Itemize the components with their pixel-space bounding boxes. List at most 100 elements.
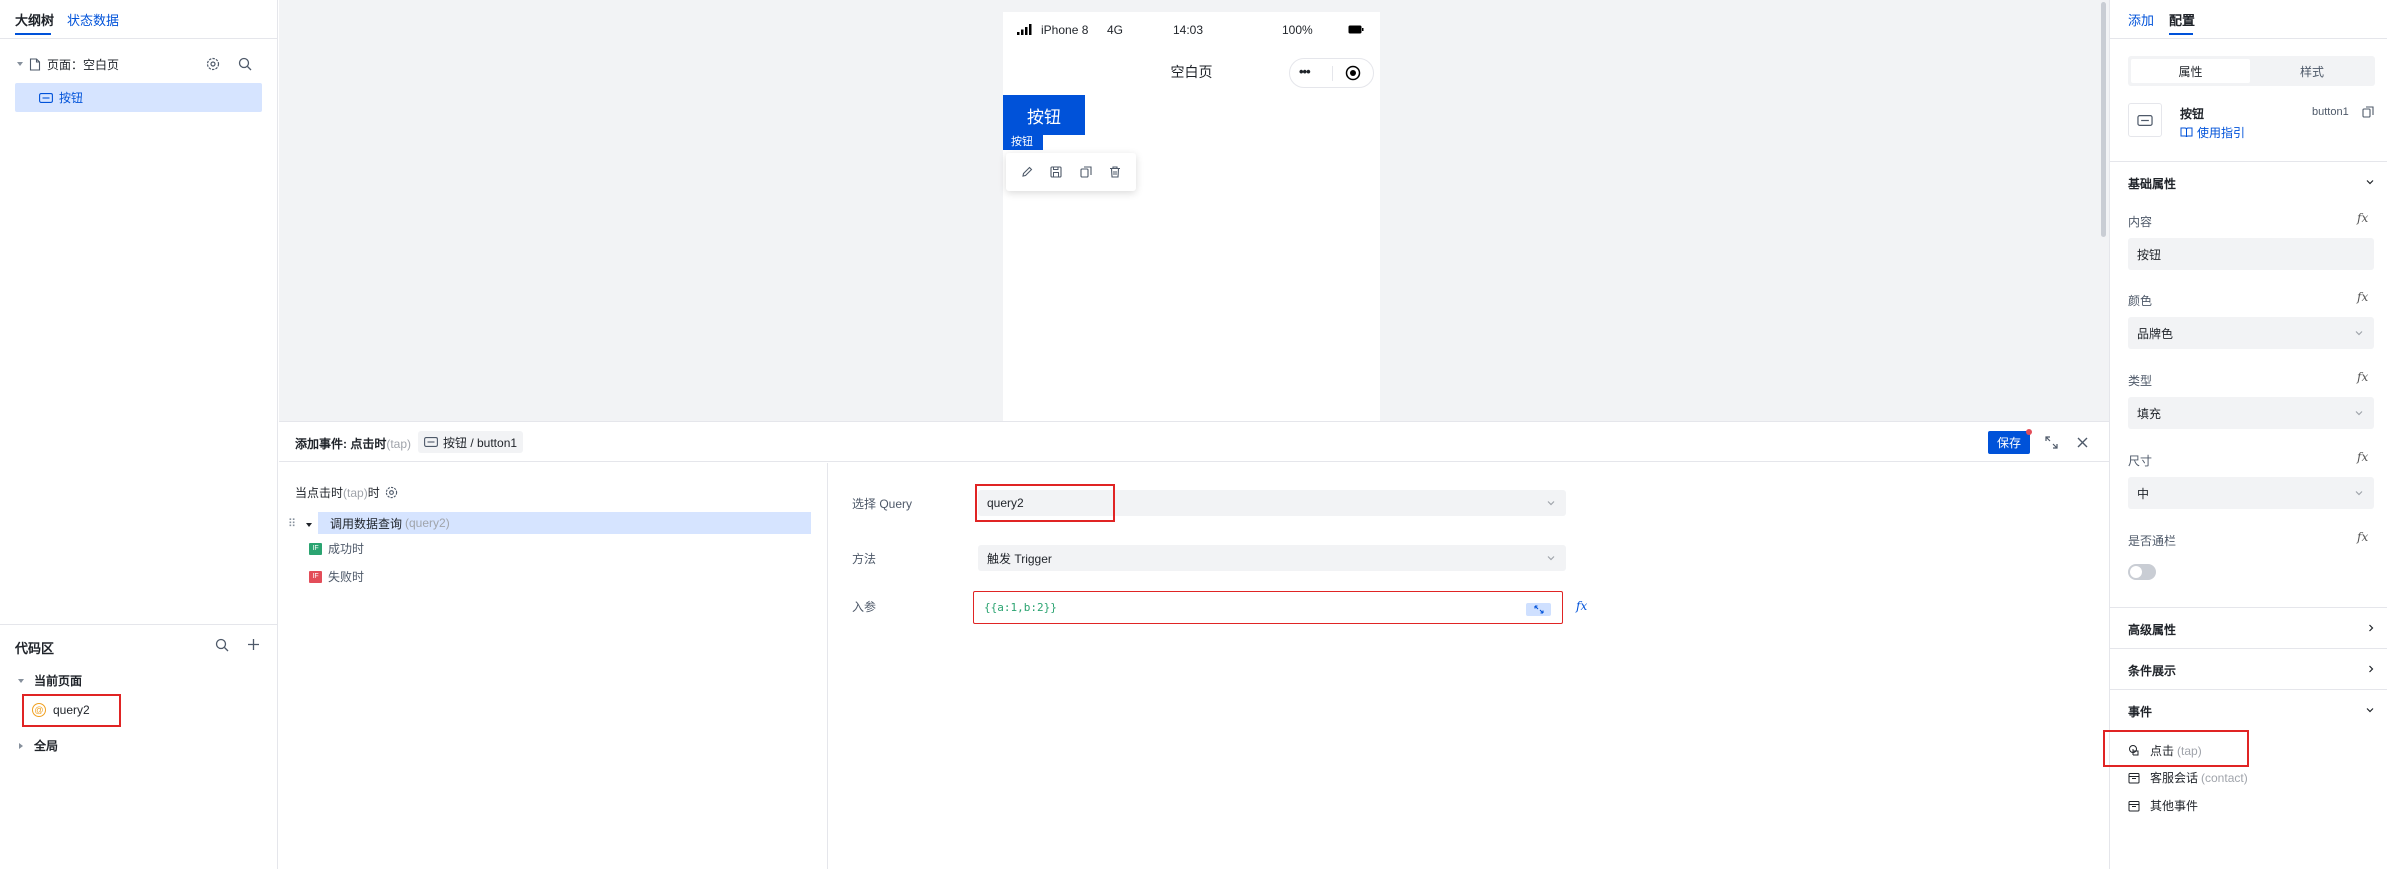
block-toggle[interactable] bbox=[2128, 564, 2156, 580]
delete-icon[interactable] bbox=[1109, 166, 1121, 178]
event-item-contact[interactable]: 客服会话 (contact) bbox=[2128, 769, 2248, 786]
tab-config[interactable]: 配置 bbox=[2169, 10, 2195, 29]
page-node-label: 页面：空白页 bbox=[47, 57, 120, 72]
tab-add-label: 添加 bbox=[2128, 13, 2155, 28]
save-icon[interactable] bbox=[1050, 166, 1062, 178]
divider bbox=[2110, 161, 2387, 162]
event-item-other[interactable]: 其他事件 bbox=[2128, 797, 2198, 814]
selected-component-tag: 按钮 bbox=[1003, 134, 1043, 150]
event-panel-header: 添加事件: 点击时(tap) 按钮 / button1 保存 bbox=[279, 422, 2109, 462]
usage-guide-link[interactable]: 使用指引 bbox=[2180, 124, 2245, 141]
code-area-title: 代码区 bbox=[15, 641, 55, 656]
close-icon[interactable] bbox=[2077, 437, 2088, 448]
calendar-icon bbox=[2128, 772, 2140, 783]
params-value: {{a:1,b:2}} bbox=[984, 601, 1057, 614]
button-component-icon bbox=[39, 92, 53, 103]
fx-icon[interactable]: fx bbox=[1576, 599, 1587, 613]
size-select[interactable]: 中 bbox=[2128, 477, 2374, 509]
expand-editor-button[interactable] bbox=[1526, 603, 1551, 616]
events-header[interactable]: 事件 bbox=[2128, 703, 2152, 720]
seg-tab-properties-label: 属性 bbox=[2178, 64, 2203, 79]
size-value: 中 bbox=[2137, 486, 2150, 501]
tab-state-data[interactable]: 状态数据 bbox=[67, 10, 119, 29]
canvas-scrollbar[interactable] bbox=[2101, 2, 2106, 237]
advanced-props-header[interactable]: 高级属性 bbox=[2128, 621, 2176, 638]
unsaved-dot bbox=[2026, 429, 2032, 435]
tab-outline-tree[interactable]: 大纲树 bbox=[15, 10, 54, 29]
chevron-down-icon bbox=[2355, 331, 2363, 336]
branch-fail[interactable]: IF 失败时 bbox=[309, 568, 364, 585]
search-icon[interactable] bbox=[238, 57, 252, 71]
seg-tab-styles[interactable]: 样式 bbox=[2252, 59, 2372, 83]
select-query-label: 选择 Query bbox=[852, 497, 913, 511]
type-select[interactable]: 填充 bbox=[2128, 397, 2374, 429]
trigger-label: 当点击时 bbox=[295, 486, 344, 500]
basic-props-header[interactable]: 基础属性 bbox=[2128, 175, 2176, 192]
save-button-label: 保存 bbox=[1996, 436, 2021, 450]
content-value: 按钮 bbox=[2137, 247, 2162, 262]
chevron-right-icon[interactable] bbox=[2366, 664, 2376, 674]
copy-icon[interactable] bbox=[1080, 166, 1092, 178]
tree-node-page[interactable]: 页面：空白页 bbox=[15, 54, 265, 74]
toggle-knob bbox=[2130, 566, 2142, 578]
if-badge-fail: IF bbox=[309, 570, 322, 583]
tree-node-current-page[interactable]: 当前页面 bbox=[17, 672, 82, 689]
chevron-down-icon[interactable] bbox=[2365, 177, 2375, 187]
trigger-row: 当点击时 (tap) 时 bbox=[295, 484, 398, 501]
signal-icon bbox=[1017, 24, 1033, 35]
tree-node-global[interactable]: 全局 bbox=[17, 737, 58, 754]
seg-tab-properties[interactable]: 属性 bbox=[2131, 59, 2250, 83]
event-contact-sub: (contact) bbox=[2201, 770, 2248, 785]
trigger-end: 时 bbox=[367, 486, 380, 500]
tab-add[interactable]: 添加 bbox=[2128, 10, 2154, 29]
chevron-down-icon[interactable] bbox=[2365, 705, 2375, 715]
more-icon[interactable]: ••• bbox=[1299, 64, 1311, 79]
content-label: 内容 bbox=[2128, 215, 2153, 229]
caret-down-icon[interactable] bbox=[15, 59, 25, 69]
params-input[interactable]: {{a:1,b:2}} bbox=[973, 591, 1563, 624]
fx-icon[interactable]: fx bbox=[2357, 370, 2368, 384]
button-component-icon bbox=[2137, 114, 2153, 126]
settings-gear-icon[interactable] bbox=[206, 57, 220, 71]
caret-right-icon[interactable] bbox=[17, 742, 25, 750]
save-button[interactable]: 保存 bbox=[1988, 431, 2030, 454]
event-panel: 添加事件: 点击时(tap) 按钮 / button1 保存 当点击时 (tap… bbox=[279, 421, 2109, 869]
highlight-box bbox=[2103, 730, 2249, 767]
action-sub: (query2) bbox=[405, 516, 450, 530]
fx-icon[interactable]: fx bbox=[2357, 211, 2368, 225]
chevron-right-icon[interactable] bbox=[2366, 623, 2376, 633]
caret-down-icon[interactable] bbox=[17, 677, 25, 685]
action-row-selected[interactable]: 调用数据查询 (query2) bbox=[318, 512, 811, 534]
add-icon[interactable] bbox=[247, 638, 260, 651]
color-label: 颜色 bbox=[2128, 294, 2153, 308]
preview-button[interactable]: 按钮 bbox=[1003, 95, 1085, 135]
color-select[interactable]: 品牌色 bbox=[2128, 317, 2374, 349]
branch-success[interactable]: IF 成功时 bbox=[309, 540, 364, 557]
network-text: 4G bbox=[1107, 23, 1124, 37]
divider bbox=[0, 38, 278, 39]
segmented-control: 属性 样式 bbox=[2128, 56, 2375, 86]
fx-icon[interactable]: fx bbox=[2357, 530, 2368, 544]
edit-icon[interactable] bbox=[1021, 166, 1033, 178]
search-icon[interactable] bbox=[215, 638, 229, 652]
book-icon bbox=[2180, 127, 2193, 138]
component-id: button1 bbox=[2312, 106, 2349, 118]
type-label: 类型 bbox=[2128, 374, 2153, 388]
settings-gear-icon[interactable] bbox=[385, 486, 398, 499]
method-dropdown[interactable]: 触发 Trigger bbox=[978, 545, 1566, 571]
copy-icon[interactable] bbox=[2362, 106, 2374, 118]
tree-node-button[interactable]: 按钮 bbox=[15, 83, 262, 112]
left-panel: 大纲树 状态数据 页面：空白页 按钮 代码区 当前页面 @ query2 全局 bbox=[0, 0, 278, 869]
component-name: 按钮 bbox=[2180, 107, 2205, 121]
close-target-icon[interactable] bbox=[1345, 65, 1361, 81]
button-component-icon bbox=[424, 437, 438, 447]
expand-icon[interactable] bbox=[2045, 436, 2058, 449]
conditional-display-header[interactable]: 条件展示 bbox=[2128, 662, 2176, 679]
drag-handle-icon[interactable]: ⠿ bbox=[288, 517, 296, 530]
fx-icon[interactable]: fx bbox=[2357, 450, 2368, 464]
fx-icon[interactable]: fx bbox=[2357, 290, 2368, 304]
caret-down-icon[interactable] bbox=[305, 521, 313, 529]
content-input[interactable]: 按钮 bbox=[2128, 238, 2374, 270]
type-value: 填充 bbox=[2137, 406, 2162, 421]
seg-tab-styles-label: 样式 bbox=[2299, 64, 2324, 79]
